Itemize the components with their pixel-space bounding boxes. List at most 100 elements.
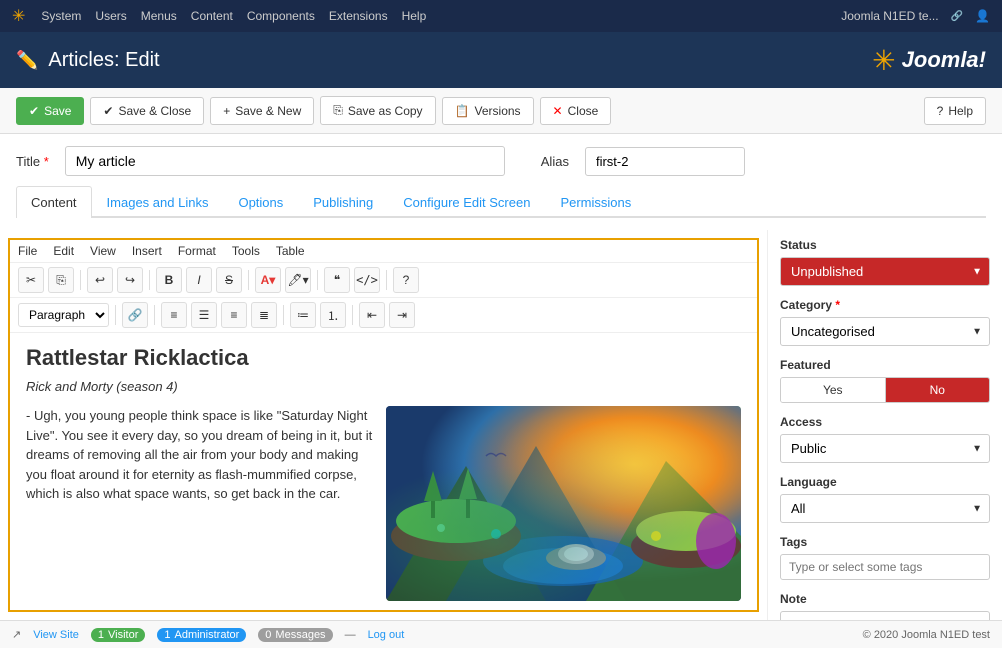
title-row: Title * Alias xyxy=(16,146,986,176)
nav-extensions[interactable]: Extensions xyxy=(329,9,388,23)
article-heading: Rattlestar Ricklactica xyxy=(26,345,741,371)
justify-button[interactable]: ≣ xyxy=(251,302,277,328)
editor-menu-format[interactable]: Format xyxy=(178,244,216,258)
editor-menu-tools[interactable]: Tools xyxy=(232,244,260,258)
undo-button[interactable]: ↩ xyxy=(87,267,113,293)
indent-decrease-button[interactable]: ⇤ xyxy=(359,302,385,328)
nav-content[interactable]: Content xyxy=(191,9,233,23)
header: ✏️ Articles: Edit ✳ Joomla! xyxy=(0,32,1002,88)
logout-link[interactable]: Log out xyxy=(368,629,405,641)
separator xyxy=(352,305,353,325)
featured-label: Featured xyxy=(780,358,990,372)
versions-button[interactable]: 📋 Versions xyxy=(442,97,534,125)
nav-users[interactable]: Users xyxy=(95,9,126,23)
nav-components[interactable]: Components xyxy=(247,9,315,23)
tags-input[interactable] xyxy=(780,554,990,580)
status-select[interactable]: Unpublished Published Trashed Archived xyxy=(780,257,990,286)
nav-menus[interactable]: Menus xyxy=(141,9,177,23)
tab-content[interactable]: Content xyxy=(16,186,92,218)
footer: ↗ View Site 1 Visitor 1 Administrator 0 … xyxy=(0,620,1002,648)
right-sidebar: Status Unpublished Published Trashed Arc… xyxy=(767,230,1002,620)
site-name: Joomla N1ED te... xyxy=(841,9,938,23)
blockquote-button[interactable]: ❝ xyxy=(324,267,350,293)
close-label: Close xyxy=(568,104,599,118)
main-layout: File Edit View Insert Format Tools Table… xyxy=(0,230,1002,620)
title-required: * xyxy=(44,154,49,169)
category-select-wrapper: Uncategorised xyxy=(780,317,990,346)
cut-button[interactable]: ✂ xyxy=(18,267,44,293)
title-input[interactable] xyxy=(65,146,505,176)
strikethrough-button[interactable]: S xyxy=(216,267,242,293)
editor-menu-edit[interactable]: Edit xyxy=(53,244,74,258)
featured-no-button[interactable]: No xyxy=(886,378,990,402)
nav-system[interactable]: System xyxy=(41,9,81,23)
access-section: Access Public xyxy=(780,415,990,463)
align-right-button[interactable]: ≡ xyxy=(221,302,247,328)
footer-copyright: © 2020 Joomla N1ED test xyxy=(863,629,990,641)
align-center-button[interactable]: ☰ xyxy=(191,302,217,328)
visitor-badge: 1 Visitor xyxy=(91,628,146,642)
tab-images[interactable]: Images and Links xyxy=(92,186,224,218)
bold-button[interactable]: B xyxy=(156,267,182,293)
joomla-logo: ✳ Joomla! xyxy=(872,44,986,77)
save-close-button[interactable]: ✔ Save & Close xyxy=(90,97,204,125)
redo-button[interactable]: ↪ xyxy=(117,267,143,293)
footer-left: ↗ View Site 1 Visitor 1 Administrator 0 … xyxy=(12,628,404,642)
indent-increase-button[interactable]: ⇥ xyxy=(389,302,415,328)
editor-container: File Edit View Insert Format Tools Table… xyxy=(8,238,759,612)
featured-yes-button[interactable]: Yes xyxy=(781,378,886,402)
logout-separator: — xyxy=(345,629,356,641)
note-input[interactable] xyxy=(780,611,990,620)
highlight-button[interactable]: 🖊▾ xyxy=(285,267,311,293)
article-content: - Ugh, you young people think space is l… xyxy=(26,406,741,601)
view-site-icon: ↗ xyxy=(12,628,21,641)
align-left-button[interactable]: ≡ xyxy=(161,302,187,328)
help-label: Help xyxy=(948,104,973,118)
save-button[interactable]: ✔ Save xyxy=(16,97,84,125)
user-icon[interactable]: 👤 xyxy=(975,9,990,23)
tab-permissions[interactable]: Permissions xyxy=(545,186,646,218)
help-editor-button[interactable]: ? xyxy=(393,267,419,293)
editor-toolbar2: Paragraph 🔗 ≡ ☰ ≡ ≣ ≔ ⒈ ⇤ ⇥ xyxy=(10,298,757,333)
close-button[interactable]: ✕ Close xyxy=(540,97,612,125)
copy-button[interactable]: ⎘ xyxy=(48,267,74,293)
ordered-list-button[interactable]: ⒈ xyxy=(320,302,346,328)
alias-input[interactable] xyxy=(585,147,745,176)
nav-help[interactable]: Help xyxy=(402,9,427,23)
category-select[interactable]: Uncategorised xyxy=(780,317,990,346)
editor-wrapper: File Edit View Insert Format Tools Table… xyxy=(0,230,767,620)
editor-menu-file[interactable]: File xyxy=(18,244,37,258)
editor-body[interactable]: Rattlestar Ricklactica Rick and Morty (s… xyxy=(10,333,757,610)
unordered-list-button[interactable]: ≔ xyxy=(290,302,316,328)
note-section: Note xyxy=(780,592,990,620)
font-color-button[interactable]: A▾ xyxy=(255,267,281,293)
status-section: Status Unpublished Published Trashed Arc… xyxy=(780,238,990,286)
featured-section: Featured Yes No xyxy=(780,358,990,403)
separator xyxy=(317,270,318,290)
tab-options[interactable]: Options xyxy=(223,186,298,218)
language-select[interactable]: All xyxy=(780,494,990,523)
versions-icon: 📋 xyxy=(455,104,470,118)
link-button[interactable]: 🔗 xyxy=(122,302,148,328)
admin-count: 1 xyxy=(164,629,170,641)
tab-publishing[interactable]: Publishing xyxy=(298,186,388,218)
access-select-wrapper: Public xyxy=(780,434,990,463)
access-select[interactable]: Public xyxy=(780,434,990,463)
view-site-link[interactable]: View Site xyxy=(33,629,79,641)
save-new-button[interactable]: + Save & New xyxy=(210,97,314,125)
code-button[interactable]: </> xyxy=(354,267,380,293)
editor-menu-view[interactable]: View xyxy=(90,244,116,258)
alias-label: Alias xyxy=(541,154,569,169)
help-button[interactable]: ? Help xyxy=(924,97,986,125)
save-check-icon: ✔ xyxy=(29,104,39,118)
top-bar-left: ✳ System Users Menus Content Components … xyxy=(12,6,426,26)
save-new-label: Save & New xyxy=(235,104,301,118)
editor-menu-table[interactable]: Table xyxy=(276,244,305,258)
article-subtitle: Rick and Morty (season 4) xyxy=(26,379,741,394)
italic-button[interactable]: I xyxy=(186,267,212,293)
editor-menu-insert[interactable]: Insert xyxy=(132,244,162,258)
paragraph-select[interactable]: Paragraph xyxy=(18,303,109,327)
save-copy-button[interactable]: ⎘ Save as Copy xyxy=(320,96,435,125)
tab-configure[interactable]: Configure Edit Screen xyxy=(388,186,545,218)
category-required: * xyxy=(835,298,840,312)
